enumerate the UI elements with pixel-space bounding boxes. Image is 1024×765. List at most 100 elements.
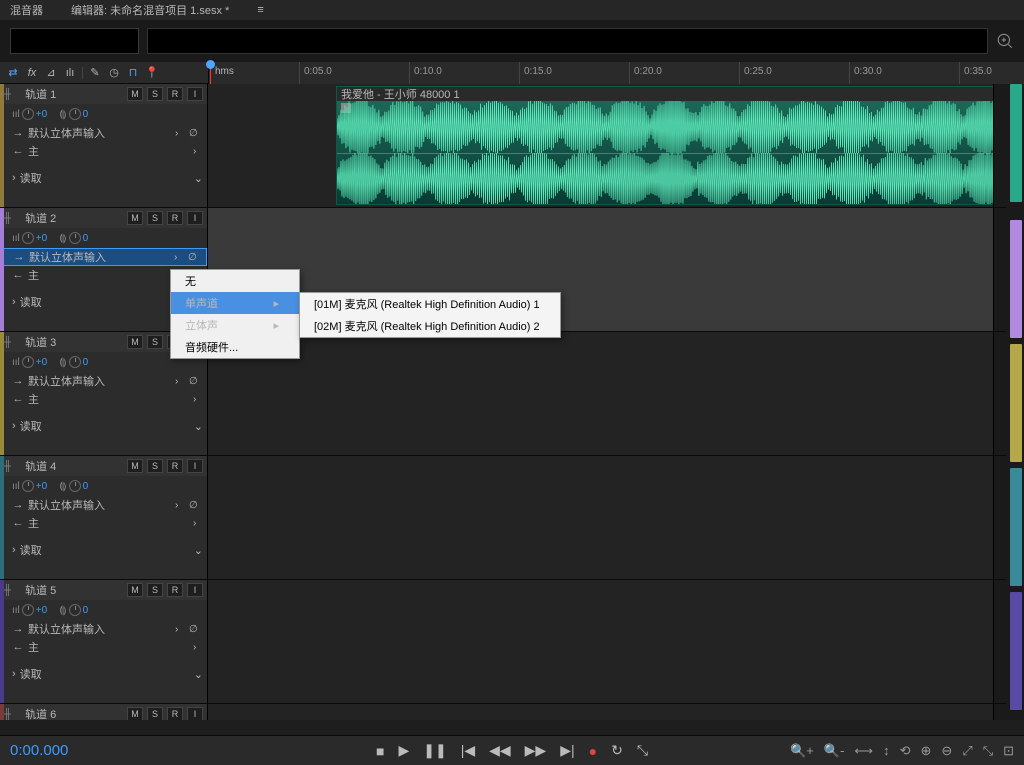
rewind-button[interactable]: ◀◀	[489, 742, 511, 759]
route-icon[interactable]: ∅	[189, 500, 203, 511]
pan-knob[interactable]	[69, 480, 81, 492]
track-lane[interactable]: 我爱他 - 王小师 48000 1	[208, 84, 1006, 208]
target-icon[interactable]	[996, 32, 1014, 50]
track-input-row[interactable]: → 默认立体声输入 › ∅	[0, 248, 207, 266]
ctx-item-stereo[interactable]: 立体声 ▸	[171, 314, 299, 336]
pan-value[interactable]: 0	[83, 481, 89, 492]
mute-button[interactable]: M	[127, 211, 143, 225]
volume-knob[interactable]	[22, 480, 34, 492]
playhead[interactable]	[210, 62, 211, 84]
track-output-row[interactable]: ← 主 ›	[0, 638, 207, 656]
record-arm-button[interactable]: R	[167, 707, 183, 720]
input-monitor-button[interactable]: I	[187, 583, 203, 597]
mute-button[interactable]: M	[127, 583, 143, 597]
solo-button[interactable]: S	[147, 87, 163, 101]
zoom-out-amp-icon[interactable]: ⤡	[983, 743, 993, 759]
tab-menu-icon[interactable]: ≡	[253, 2, 267, 18]
volume-value[interactable]: +0	[36, 357, 47, 368]
track-name[interactable]: 轨道 5	[15, 582, 123, 598]
tab-editor[interactable]: 编辑器: 未命名混音项目 1.sesx *	[67, 0, 233, 20]
volume-knob[interactable]	[22, 108, 34, 120]
tool-edit-icon[interactable]: ✎	[88, 66, 102, 80]
track-lane[interactable]	[208, 456, 1006, 580]
input-monitor-button[interactable]: I	[187, 211, 203, 225]
input-monitor-button[interactable]: I	[187, 87, 203, 101]
track-input-row[interactable]: → 默认立体声输入 › ∅	[0, 496, 207, 514]
pan-knob[interactable]	[69, 356, 81, 368]
audio-clip[interactable]: 我爱他 - 王小师 48000 1	[336, 86, 1001, 205]
volume-knob[interactable]	[22, 232, 34, 244]
pan-knob[interactable]	[69, 232, 81, 244]
track-automation-row[interactable]: › 读取 ⌄	[0, 664, 207, 684]
zoom-fit-v-icon[interactable]: ↕	[883, 743, 890, 758]
timeline-ruler[interactable]: hms 0:05.0 0:10.0 0:15.0 0:20.0 0:25.0 0…	[208, 62, 1024, 84]
tool-eq-icon[interactable]: ılı	[63, 66, 77, 80]
zoom-fit-h-icon[interactable]: ⟷	[854, 743, 873, 759]
submenu-item-02m[interactable]: [02M] 麦克风 (Realtek High Definition Audio…	[300, 315, 560, 337]
solo-button[interactable]: S	[147, 459, 163, 473]
input-monitor-button[interactable]: I	[187, 707, 203, 720]
pan-value[interactable]: 0	[83, 357, 89, 368]
record-arm-button[interactable]: R	[167, 87, 183, 101]
track-output-row[interactable]: ← 主 ›	[0, 514, 207, 532]
tool-clock-icon[interactable]: ◷	[107, 66, 121, 80]
loop-button[interactable]: ↻	[611, 742, 623, 759]
zoom-out-icon[interactable]: 🔍-	[824, 743, 845, 759]
pan-knob[interactable]	[69, 604, 81, 616]
nav-segment[interactable]	[1010, 84, 1022, 202]
track-lane[interactable]	[208, 704, 1006, 720]
volume-value[interactable]: +0	[36, 605, 47, 616]
track-lane[interactable]	[208, 332, 1006, 456]
ctx-item-none[interactable]: 无	[171, 270, 299, 292]
volume-knob[interactable]	[22, 604, 34, 616]
solo-button[interactable]: S	[147, 211, 163, 225]
track-input-row[interactable]: → 默认立体声输入 › ∅	[0, 372, 207, 390]
route-icon[interactable]: ∅	[189, 624, 203, 635]
pan-value[interactable]: 0	[83, 233, 89, 244]
track-automation-row[interactable]: › 读取 ⌄	[0, 540, 207, 560]
track-automation-row[interactable]: › 读取 ⌄	[0, 416, 207, 436]
track-output-row[interactable]: ← 主 ›	[0, 142, 207, 160]
playhead-grip-icon[interactable]	[206, 60, 215, 69]
skip-silence-button[interactable]: ⤡	[637, 742, 648, 759]
route-icon[interactable]: ∅	[189, 128, 203, 139]
zoom-in-v-icon[interactable]: ⊕	[920, 743, 931, 759]
track-name[interactable]: 轨道 6	[15, 706, 123, 720]
stop-button[interactable]: ■	[376, 743, 384, 759]
skip-start-button[interactable]: |◀	[461, 742, 475, 759]
route-icon[interactable]: ∅	[189, 376, 203, 387]
input-monitor-button[interactable]: I	[187, 459, 203, 473]
mute-button[interactable]: M	[127, 87, 143, 101]
tab-mixer[interactable]: 混音器	[6, 0, 47, 20]
pan-value[interactable]: 0	[83, 109, 89, 120]
zoom-in-icon[interactable]: 🔍+	[790, 743, 814, 759]
forward-button[interactable]: ▶▶	[525, 742, 547, 759]
track-input-row[interactable]: → 默认立体声输入 › ∅	[0, 620, 207, 638]
volume-value[interactable]: +0	[36, 109, 47, 120]
track-automation-row[interactable]: › 读取 ⌄	[0, 168, 207, 188]
ctx-item-mono[interactable]: 单声道 ▸	[171, 292, 299, 314]
zoom-all-icon[interactable]: ⊡	[1003, 743, 1014, 759]
volume-value[interactable]: +0	[36, 233, 47, 244]
nav-segment[interactable]	[1010, 592, 1022, 710]
tool-waveform-icon[interactable]: ⇄	[6, 66, 20, 80]
track-name[interactable]: 轨道 1	[15, 86, 123, 102]
solo-button[interactable]: S	[147, 335, 163, 349]
volume-value[interactable]: +0	[36, 481, 47, 492]
ctx-item-hardware[interactable]: 音频硬件...	[171, 336, 299, 358]
mute-button[interactable]: M	[127, 707, 143, 720]
solo-button[interactable]: S	[147, 707, 163, 720]
pan-value[interactable]: 0	[83, 605, 89, 616]
nav-segment[interactable]	[1010, 344, 1022, 462]
track-input-row[interactable]: → 默认立体声输入 › ∅	[0, 124, 207, 142]
play-button[interactable]: ▶	[398, 742, 409, 759]
submenu-item-01m[interactable]: [01M] 麦克风 (Realtek High Definition Audio…	[300, 293, 560, 315]
zoom-in-amp-icon[interactable]: ⤢	[962, 743, 972, 759]
track-name[interactable]: 轨道 3	[15, 334, 123, 350]
skip-end-button[interactable]: ▶|	[560, 742, 574, 759]
zoom-out-v-icon[interactable]: ⊖	[941, 743, 952, 759]
track-lane[interactable]	[208, 580, 1006, 704]
solo-button[interactable]: S	[147, 583, 163, 597]
nav-segment[interactable]	[1010, 468, 1022, 586]
route-icon[interactable]: ∅	[188, 252, 202, 263]
